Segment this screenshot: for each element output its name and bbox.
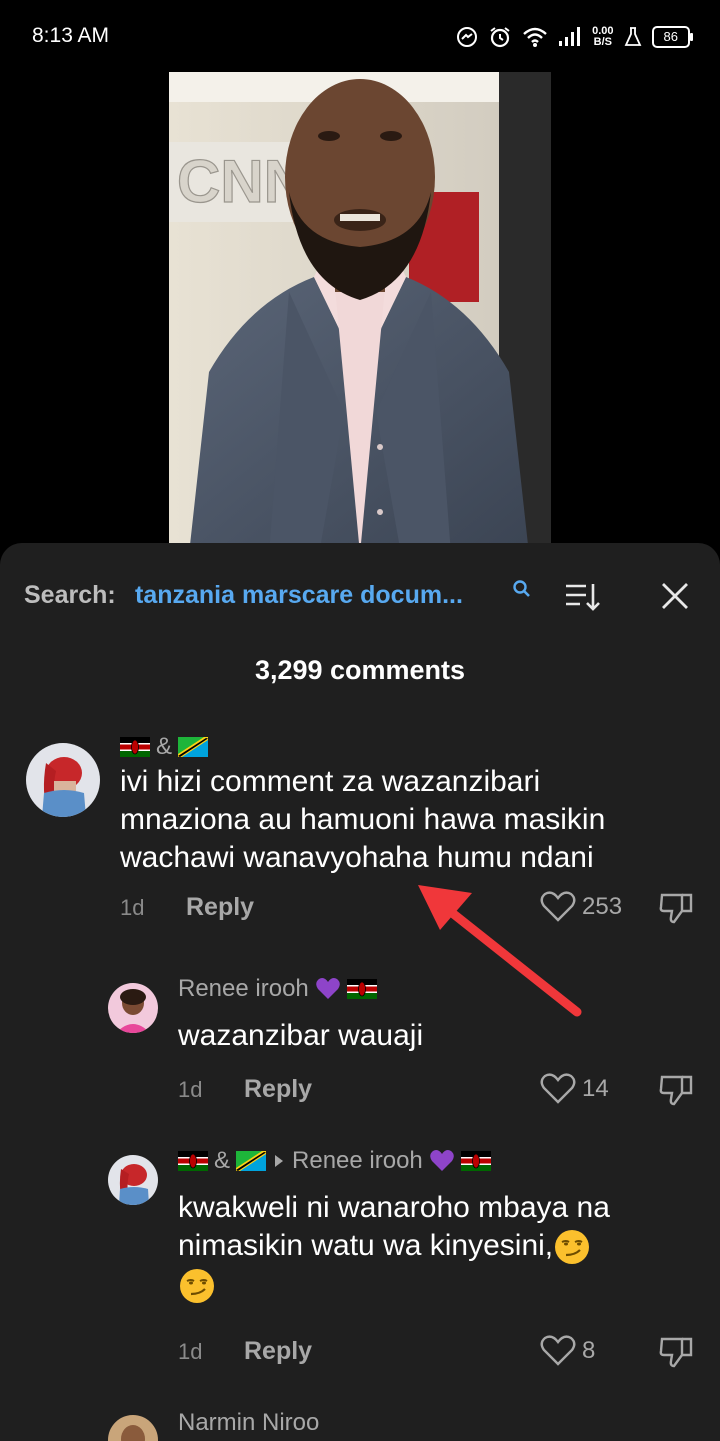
network-speed: 0.00 B/S (592, 25, 614, 48)
like-button[interactable]: 14 (540, 1073, 609, 1105)
avatar[interactable] (26, 743, 100, 817)
comment-text: ivi hizi comment za wazanzibari mnaziona… (120, 765, 606, 874)
battery-indicator: 86 (651, 26, 694, 48)
dislike-icon[interactable] (658, 1335, 694, 1369)
comment-age: 1d (120, 895, 145, 920)
comment-text: kwakweli ni wanaroho mbaya na nimasikin … (178, 1189, 610, 1305)
comment-age: 1d (178, 1077, 203, 1102)
close-icon[interactable] (660, 581, 690, 611)
tanzania-flag-icon (178, 737, 209, 757)
like-count: 253 (582, 893, 623, 920)
video-preview[interactable]: CNN (169, 72, 551, 554)
alarm-icon (490, 27, 510, 48)
comment-author[interactable]: & (120, 733, 209, 761)
like-count: 14 (582, 1075, 609, 1102)
search-query-link[interactable]: tanzania marscare docum... (135, 581, 463, 610)
smirk-emoji-icon (180, 1269, 214, 1304)
reply-to-caret-icon (275, 1155, 284, 1167)
dislike-icon[interactable] (658, 891, 694, 925)
comments-sheet: Search: tanzania marscare docum... 3,299… (0, 543, 720, 1441)
sort-icon[interactable] (564, 581, 602, 613)
like-button[interactable]: 8 (540, 1335, 595, 1367)
annotation-arrow-icon (418, 885, 582, 1017)
status-icons: 0.00 B/S 86 (456, 22, 694, 52)
dislike-icon[interactable] (658, 1073, 694, 1107)
flask-icon (624, 27, 641, 46)
status-time: 8:13 AM (32, 24, 110, 47)
purple-heart-icon (430, 1150, 454, 1171)
reply-to-name: Renee irooh (292, 1147, 423, 1174)
smirk-emoji-icon (555, 1230, 590, 1265)
like-count: 8 (582, 1337, 596, 1364)
comments-count: 3,299 comments (254, 655, 466, 685)
kenya-flag-icon (346, 979, 377, 999)
heart-icon (540, 1335, 576, 1366)
heart-icon (540, 1073, 576, 1104)
author-separator: & (156, 733, 173, 760)
comment-text: wazanzibar wauaji (178, 1019, 424, 1052)
reply-button[interactable]: Reply (244, 1075, 312, 1104)
reply-button[interactable]: Reply (186, 893, 254, 922)
avatar[interactable] (108, 983, 158, 1033)
tanzania-flag-icon (236, 1151, 267, 1171)
search-label: Search: (24, 581, 116, 609)
search-icon (513, 580, 530, 597)
author-name: Renee irooh (178, 975, 309, 1002)
purple-heart-icon (315, 978, 340, 999)
comment-author[interactable]: Narmin Niroo (178, 1409, 319, 1437)
wifi-icon (523, 27, 547, 47)
avatar[interactable] (108, 1155, 158, 1205)
avatar[interactable] (108, 1415, 158, 1441)
author-name: Narmin Niroo (178, 1409, 320, 1436)
status-bar: 8:13 AM 0.00 B/S 86 (0, 0, 720, 72)
kenya-flag-icon (460, 1151, 491, 1171)
kenya-flag-icon (120, 737, 150, 757)
reply-button[interactable]: Reply (244, 1337, 312, 1366)
signal-icon (559, 27, 581, 46)
messenger-icon (457, 27, 478, 47)
comment-author[interactable]: & Renee irooh (178, 1147, 491, 1175)
comment-author[interactable]: Renee irooh (178, 975, 377, 1003)
search-row[interactable]: Search: tanzania marscare docum... (24, 579, 704, 613)
author-separator: & (214, 1147, 231, 1174)
comment-age: 1d (178, 1339, 203, 1364)
kenya-flag-icon (178, 1151, 208, 1171)
